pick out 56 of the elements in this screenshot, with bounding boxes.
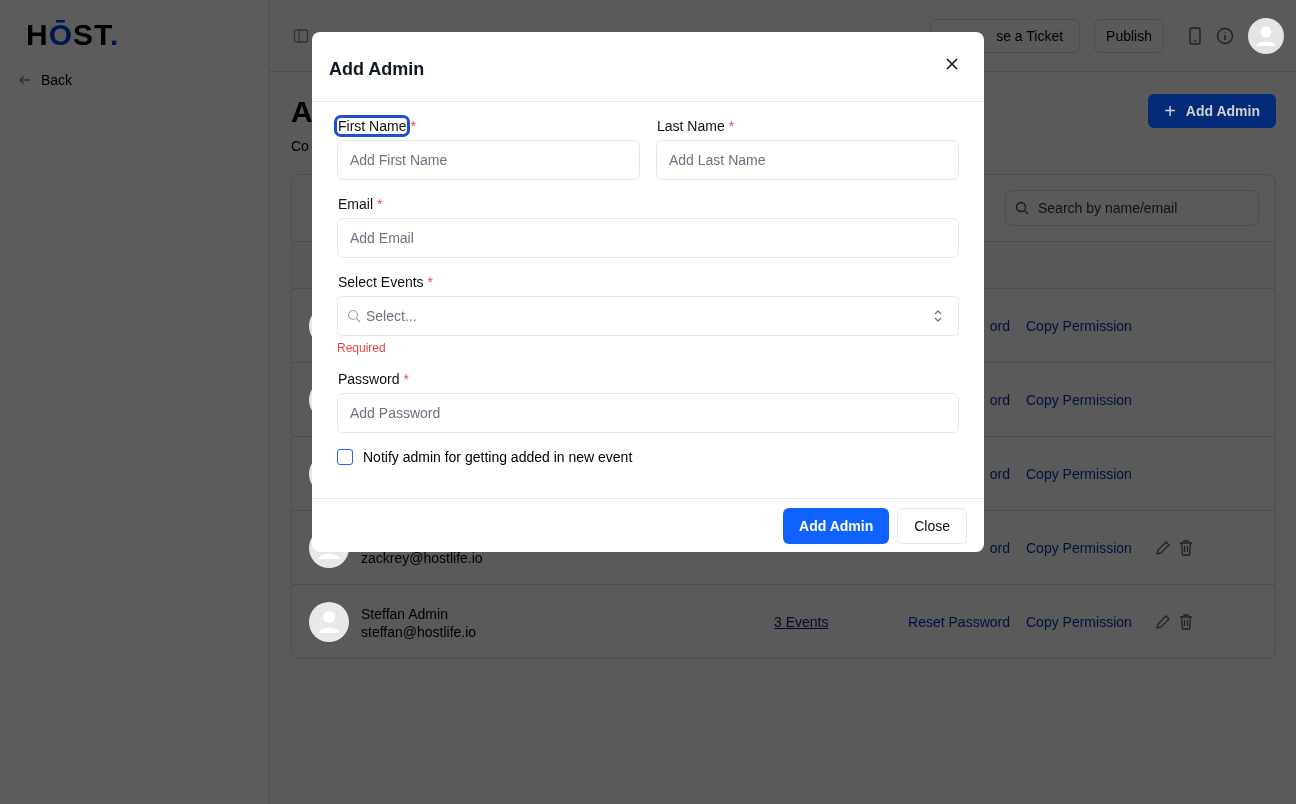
- search-field[interactable]: Search by name/email: [1005, 190, 1259, 226]
- delete-icon[interactable]: [1179, 539, 1193, 556]
- add-admin-button[interactable]: Add Admin: [783, 507, 890, 544]
- sidebar-toggle-icon[interactable]: [293, 27, 309, 44]
- required-mark: *: [427, 274, 434, 290]
- required-mark: *: [410, 118, 416, 134]
- select-field[interactable]: Select...: [337, 296, 959, 336]
- page-title: A: [291, 94, 313, 130]
- required-mark: *: [728, 118, 735, 134]
- field-label: Last Name: [656, 118, 726, 134]
- publish-button[interactable]: Publish: [1094, 18, 1164, 53]
- arrow-left-icon: [18, 73, 32, 87]
- reset-password-link[interactable]: ord: [989, 465, 1010, 482]
- copy-permission-link[interactable]: Copy Permission: [1026, 613, 1132, 630]
- delete-icon[interactable]: [1179, 613, 1193, 630]
- admin-name: Steffan Admin: [361, 605, 449, 622]
- page-subtitle: Co: [291, 138, 310, 154]
- field-label: Password: [337, 371, 401, 387]
- copy-permission-link[interactable]: Copy Permission: [1026, 391, 1132, 408]
- add-admin-button[interactable]: + Add Admin: [1148, 94, 1276, 128]
- admin-email: zackrey@hostlife.io: [361, 549, 483, 566]
- field-label: First Name: [337, 118, 408, 134]
- edit-icon[interactable]: [1155, 539, 1171, 556]
- chevron-up-down-icon: [933, 309, 943, 323]
- reset-password-link[interactable]: ord: [989, 539, 1010, 556]
- info-icon[interactable]: [1216, 26, 1234, 45]
- phone-icon[interactable]: [1188, 26, 1202, 45]
- back-link[interactable]: Back: [18, 72, 73, 88]
- copy-permission-link[interactable]: Copy Permission: [1026, 317, 1132, 334]
- field-label: Select Events: [337, 274, 425, 290]
- input-field[interactable]: Add First Name: [337, 140, 640, 180]
- edit-icon[interactable]: [1155, 613, 1171, 630]
- reset-password-link[interactable]: ord: [989, 391, 1010, 408]
- copy-permission-link[interactable]: Copy Permission: [1026, 539, 1132, 556]
- error-message: Required: [337, 341, 387, 355]
- search-icon: [1015, 201, 1029, 215]
- avatar-icon: [309, 601, 349, 642]
- input-field[interactable]: Add Password: [337, 393, 959, 433]
- logo: HŌST.: [25, 17, 121, 53]
- events-link[interactable]: 3 Events: [774, 613, 829, 630]
- reset-password-link[interactable]: Reset Password: [908, 613, 1010, 630]
- required-mark: *: [403, 371, 409, 387]
- checkbox-label: Notify admin for getting added in new event: [363, 449, 633, 465]
- admin-email: steffan@hostlife.io: [361, 623, 477, 640]
- input-field[interactable]: Add Email: [337, 218, 959, 258]
- close-icon: [946, 57, 958, 70]
- reset-password-link[interactable]: ord: [989, 317, 1010, 334]
- dialog-title: Add Admin: [329, 59, 425, 80]
- field-label: Email: [337, 196, 374, 212]
- notify-checkbox[interactable]: [337, 449, 353, 465]
- required-mark: *: [377, 196, 383, 212]
- avatar-icon[interactable]: [1248, 17, 1284, 54]
- close-button[interactable]: Close: [897, 507, 967, 544]
- copy-permission-link[interactable]: Copy Permission: [1026, 465, 1132, 482]
- input-field[interactable]: Add Last Name: [656, 140, 959, 180]
- search-icon: [347, 309, 361, 323]
